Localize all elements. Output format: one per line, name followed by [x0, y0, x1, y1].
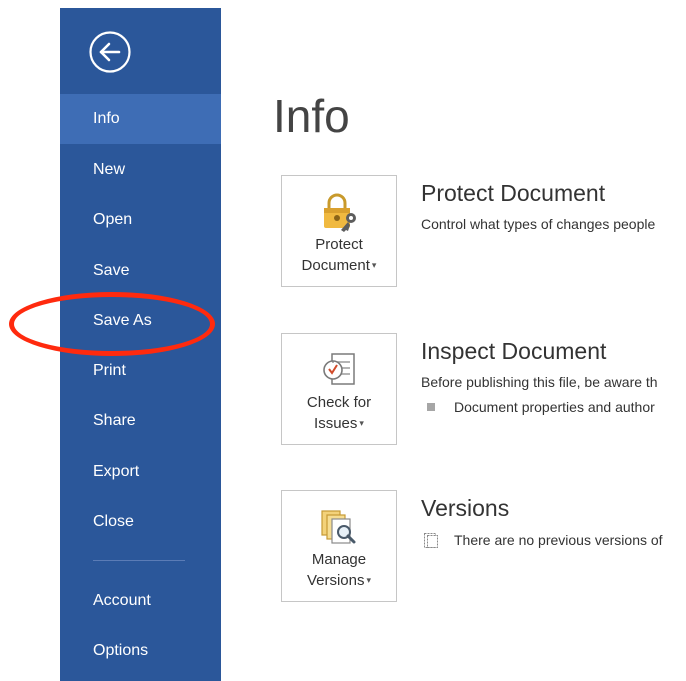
protect-document-description: Control what types of changes people: [421, 216, 656, 232]
manage-versions-label-line2: Versions ▾: [282, 570, 396, 591]
nav-item-label: Save: [93, 262, 130, 279]
lock-key-icon: [324, 193, 356, 232]
inspect-document-description: Before publishing this file, be aware th: [421, 374, 658, 390]
check-for-issues-label-text: Issues: [314, 415, 358, 432]
arrow-left-circle-icon: [89, 31, 131, 73]
document-stack-magnifier-icon: [321, 510, 356, 544]
nav-item-export[interactable]: Export: [60, 447, 221, 497]
nav-item-label: Info: [93, 110, 120, 127]
nav-item-new[interactable]: New: [60, 145, 221, 195]
nav-item-label: Open: [93, 211, 133, 228]
versions-title: Versions: [421, 495, 510, 521]
protect-document-label-line1: Protect: [315, 236, 363, 253]
nav-item-label: Close: [93, 513, 134, 530]
nav-divider: [93, 560, 185, 561]
page-title: Info: [273, 90, 350, 142]
manage-versions-label-line1: Manage: [311, 551, 367, 568]
check-for-issues-label-line2: Issues ▾: [282, 413, 396, 434]
nav-item-info[interactable]: Info: [60, 94, 221, 144]
protect-document-label-text: Document: [301, 257, 370, 274]
protect-document-title: Protect Document: [421, 180, 606, 206]
checklist-clock-icon: [323, 353, 355, 385]
protect-document-button[interactable]: Protect Document ▾: [281, 175, 397, 287]
manage-versions-label-text: Versions: [306, 572, 365, 589]
nav-item-share[interactable]: Share: [60, 396, 221, 446]
versions-item: There are no previous versions of: [454, 532, 663, 548]
nav-item-close[interactable]: Close: [60, 497, 221, 547]
dropdown-caret-icon: ▾: [371, 260, 377, 270]
inspect-document-title: Inspect Document: [421, 338, 607, 364]
nav-item-label: New: [93, 161, 126, 178]
back-button[interactable]: [88, 30, 132, 74]
nav-item-label: Export: [93, 463, 140, 480]
nav-item-label: Share: [93, 412, 136, 429]
nav-item-label: Options: [93, 642, 149, 659]
dropdown-caret-icon: ▾: [366, 575, 372, 585]
check-for-issues-button[interactable]: Check for Issues ▾: [281, 333, 397, 445]
manage-versions-button[interactable]: Manage Versions ▾: [281, 490, 397, 602]
highlight-ellipse: [9, 292, 215, 356]
nav-item-save[interactable]: Save: [60, 246, 221, 296]
document-outline-icon: [424, 533, 438, 548]
nav-item-open[interactable]: Open: [60, 195, 221, 245]
bullet-square-icon: [427, 403, 435, 411]
protect-document-label-line2: Document ▾: [282, 255, 396, 276]
inspect-document-item: Document properties and author: [454, 399, 655, 415]
nav-item-label: Print: [93, 362, 126, 379]
nav-item-account[interactable]: Account: [60, 576, 221, 626]
check-for-issues-label-line1: Check for: [306, 394, 372, 411]
nav-item-options[interactable]: Options: [60, 626, 221, 676]
dropdown-caret-icon: ▾: [359, 418, 364, 428]
nav-item-label: Account: [93, 592, 151, 609]
